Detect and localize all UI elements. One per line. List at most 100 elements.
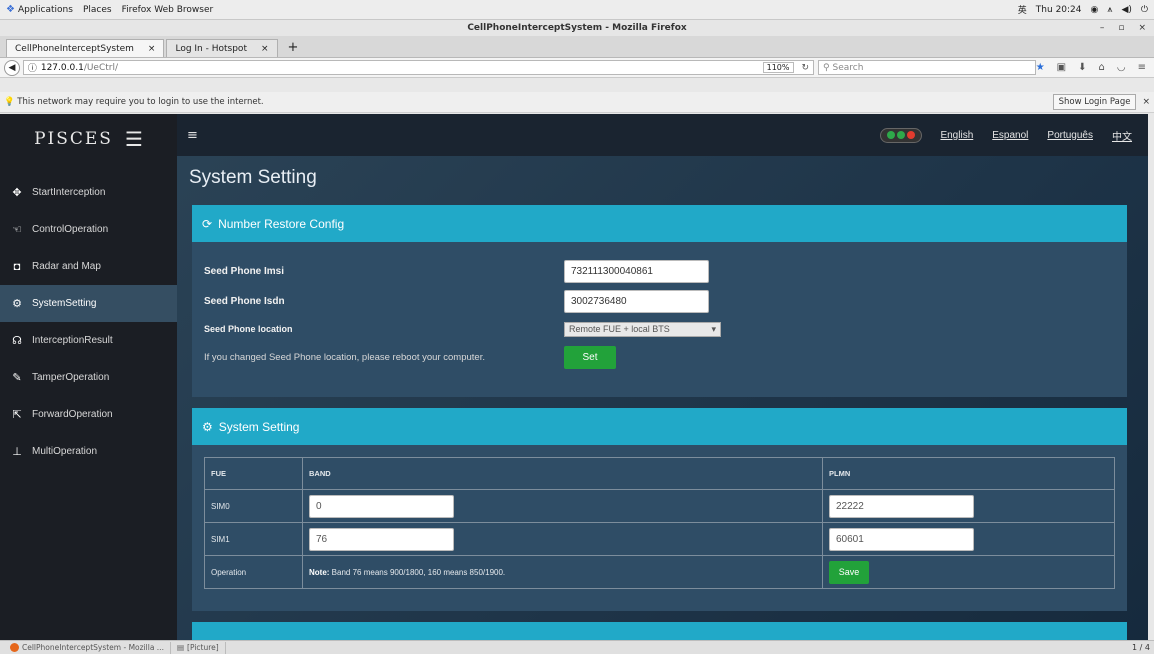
taskbar-label: [Picture]	[187, 643, 219, 652]
headphones-icon: ☊	[12, 335, 22, 347]
back-button[interactable]: ◀	[4, 59, 20, 76]
hamburger-menu-icon[interactable]: ≡	[1138, 62, 1146, 73]
wifi-icon[interactable]: ⩚	[1107, 5, 1112, 15]
window-title: CellPhoneInterceptSystem - Mozilla Firef…	[467, 23, 687, 33]
applications-menu[interactable]: ❖ Applications	[6, 4, 73, 15]
close-tab-icon[interactable]: ×	[148, 44, 156, 54]
sidebar-item-control-operation[interactable]: ☜ ControlOperation	[0, 211, 177, 248]
edit-icon: ✎	[12, 372, 22, 384]
captive-portal-notice: 💡 This network may require you to login …	[0, 92, 1154, 113]
panel-title: Number Restore Config	[218, 216, 345, 231]
lang-english-link[interactable]: English	[940, 130, 973, 141]
home-icon[interactable]: ⌂	[1099, 62, 1105, 73]
refresh-icon: ⟳	[202, 216, 213, 231]
brand-name: PISCES	[34, 129, 113, 149]
page-title: System Setting	[189, 167, 317, 188]
tab-login-hotspot[interactable]: Log In - Hotspot ×	[166, 39, 278, 57]
zoom-indicator[interactable]: 110%	[762, 62, 794, 73]
search-input[interactable]: ⚲ Search	[818, 60, 1036, 75]
sidebar-item-forward-operation[interactable]: ⇱ ForwardOperation	[0, 396, 177, 433]
workspace-pager[interactable]: 1 / 4	[1132, 643, 1150, 652]
url-input[interactable]: ⓘ 127.0.0.1/UeCtrl/ 110% ↻	[22, 60, 815, 75]
close-notice-icon[interactable]: ×	[1142, 97, 1150, 107]
sim1-plmn-input[interactable]: 60601	[829, 527, 974, 551]
sidebar: PISCES ☰ ✥ StartInterception ☜ ControlOp…	[0, 114, 177, 640]
sim0-band-input[interactable]: 0	[309, 494, 454, 518]
set-button[interactable]: Set	[564, 345, 616, 369]
menu-icon[interactable]: ≡	[187, 128, 198, 143]
minimize-icon[interactable]: –	[1100, 20, 1105, 36]
table-row: SIM1 76 60601	[204, 522, 1115, 556]
number-restore-panel: ⟳ Number Restore Config Seed Phone Imsi …	[192, 205, 1127, 397]
brand: PISCES ☰	[0, 114, 177, 164]
sidebar-item-multi-operation[interactable]: ⊥ MultiOperation	[0, 433, 177, 470]
input-method-indicator[interactable]: 英	[1018, 3, 1027, 16]
sidebar-item-label: ControlOperation	[32, 224, 109, 235]
web-app: PISCES ☰ ✥ StartInterception ☜ ControlOp…	[0, 114, 1148, 640]
pocket-icon[interactable]: ◡	[1117, 62, 1126, 73]
info-icon[interactable]: ⓘ	[28, 61, 37, 74]
bookmark-star-icon[interactable]: ★	[1036, 62, 1045, 73]
firefox-app-menu[interactable]: Firefox Web Browser	[122, 5, 214, 15]
lang-portugues-link[interactable]: Português	[1047, 130, 1093, 141]
sidebar-item-label: InterceptionResult	[32, 335, 113, 346]
app-topbar: ≡ English Espanol Português 中文	[177, 114, 1148, 156]
sidebar-item-label: Radar and Map	[32, 261, 101, 272]
seed-location-select[interactable]: Remote FUE + local BTS ▾	[564, 321, 721, 337]
camera-icon: ◘	[13, 260, 21, 273]
seed-location-label: Seed Phone location	[204, 324, 293, 334]
gnome-foot-icon: ❖	[6, 4, 15, 15]
sitemap-icon: ⊥	[12, 446, 22, 458]
tab-cellphone-intercept[interactable]: CellPhoneInterceptSystem ×	[6, 39, 165, 57]
seed-imsi-input[interactable]: 732111300040861	[564, 259, 709, 283]
clock[interactable]: Thu 20:24	[1036, 5, 1082, 15]
main-content: ≡ English Espanol Português 中文 System Se…	[177, 114, 1148, 640]
sidebar-item-system-setting[interactable]: ⚙ SystemSetting	[0, 285, 177, 322]
taskbar-item-picture[interactable]: ▤ [Picture]	[171, 641, 226, 654]
firefox-icon	[10, 643, 19, 652]
sim1-band-input[interactable]: 76	[309, 527, 454, 551]
panel-title: System Setting	[218, 419, 300, 434]
hand-icon: ☜	[12, 224, 22, 236]
accessibility-icon[interactable]: ◉	[1091, 5, 1099, 15]
note-text: Band 76 means 900/1800, 160 means 850/19…	[329, 567, 506, 577]
save-button[interactable]: Save	[829, 560, 869, 584]
status-signal-indicator	[880, 127, 923, 143]
show-login-page-button[interactable]: Show Login Page	[1052, 94, 1137, 110]
sidebar-item-start-interception[interactable]: ✥ StartInterception	[0, 174, 177, 211]
sidebar-item-tamper-operation[interactable]: ✎ TamperOperation	[0, 359, 177, 396]
sim0-plmn-input[interactable]: 22222	[829, 494, 974, 518]
taskbar-item-firefox[interactable]: CellPhoneInterceptSystem - Mozilla ...	[4, 641, 171, 654]
table-header-row: FUE BAND PLMN	[204, 457, 1115, 490]
maximize-icon[interactable]: ▫	[1118, 20, 1124, 36]
tab-strip: CellPhoneInterceptSystem × Log In - Hots…	[0, 36, 1154, 58]
url-host: 127.0.0.1	[40, 62, 84, 73]
settings-table: FUE BAND PLMN SIM0 0 22222 SIM1 76 60601	[204, 457, 1115, 589]
share-icon: ⇱	[12, 409, 22, 421]
column-header: PLMN	[822, 457, 1115, 490]
reading-list-icon[interactable]: ▣	[1057, 62, 1066, 73]
sidebar-item-interception-result[interactable]: ☊ InterceptionResult	[0, 322, 177, 359]
reload-icon[interactable]: ↻	[802, 63, 810, 73]
places-menu[interactable]: Places	[83, 5, 112, 15]
dropdown-arrow-icon: ▾	[711, 323, 716, 334]
notice-text: This network may require you to login to…	[17, 97, 264, 107]
close-window-icon[interactable]: ×	[1138, 20, 1146, 36]
gnome-top-bar: ❖ Applications Places Firefox Web Browser…	[0, 0, 1154, 20]
sidebar-item-radar-and-map[interactable]: ◘ Radar and Map	[0, 248, 177, 285]
lang-espanol-link[interactable]: Espanol	[992, 130, 1028, 141]
new-tab-button[interactable]: +	[280, 39, 307, 57]
panel-header: ⟳ Number Restore Config	[192, 205, 1127, 242]
taskbar-label: CellPhoneInterceptSystem - Mozilla ...	[22, 643, 164, 652]
sidebar-toggle-icon[interactable]: ☰	[125, 127, 143, 151]
seed-isdn-input[interactable]: 3002736480	[564, 289, 709, 313]
gnome-taskbar: CellPhoneInterceptSystem - Mozilla ... ▤…	[0, 640, 1154, 654]
lang-chinese-link[interactable]: 中文	[1112, 128, 1132, 143]
seed-imsi-label: Seed Phone Imsi	[204, 265, 285, 277]
sidebar-item-label: MultiOperation	[32, 446, 98, 457]
downloads-icon[interactable]: ⬇	[1078, 62, 1086, 73]
close-tab-icon[interactable]: ×	[261, 44, 269, 54]
volume-icon[interactable]: ◀)	[1121, 5, 1131, 15]
power-icon[interactable]: ⏻	[1141, 5, 1148, 15]
note-label: Note:	[309, 567, 330, 577]
